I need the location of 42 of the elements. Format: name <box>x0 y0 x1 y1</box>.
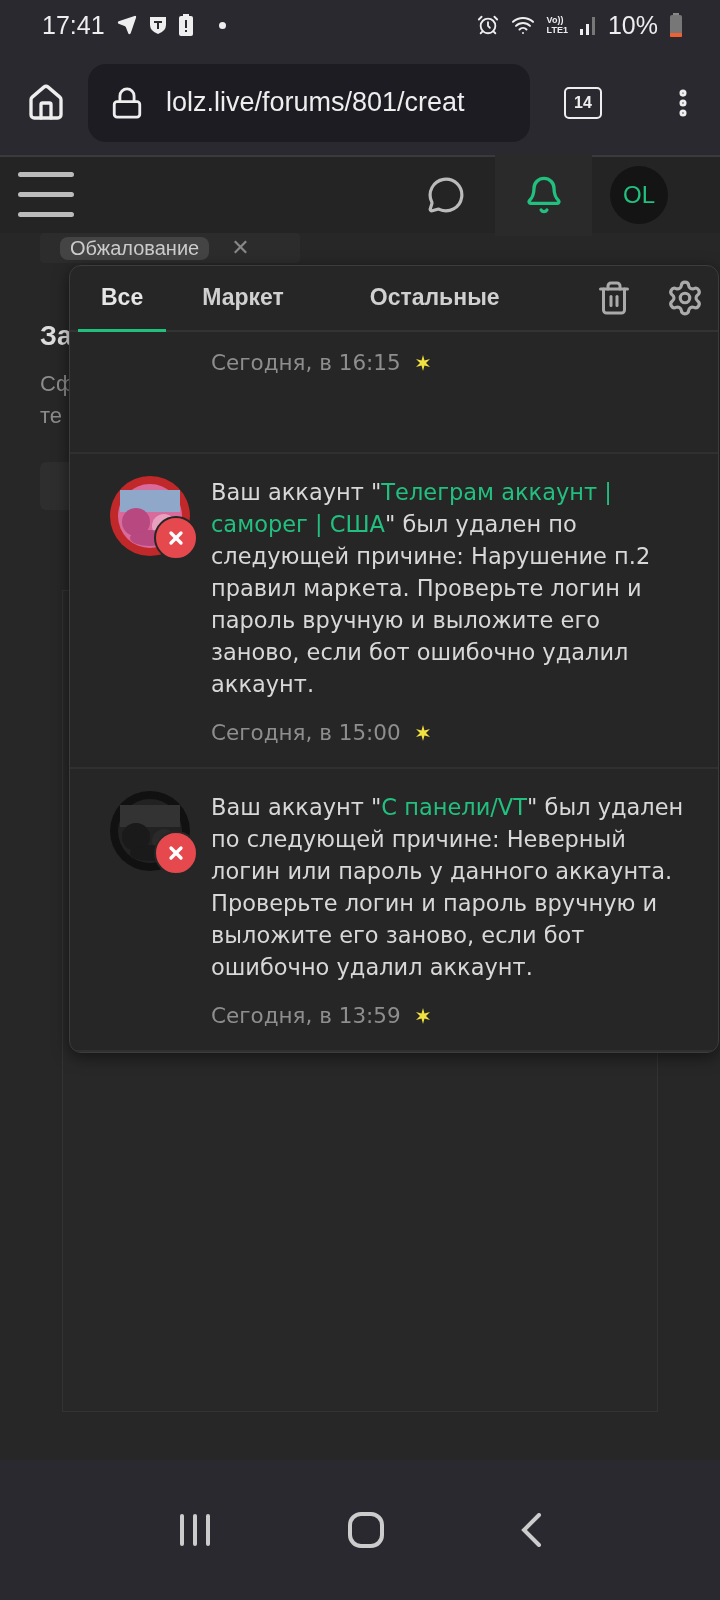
lock-icon <box>110 85 144 120</box>
tab[interactable]: Все <box>78 266 167 332</box>
battery-percent: 10% <box>607 10 658 40</box>
account-link[interactable]: С панели/VT <box>381 794 527 820</box>
sparkle-icon <box>414 1007 431 1024</box>
notification-time: Сегодня, в 16:15 <box>211 350 401 375</box>
paper-plane-icon <box>116 15 137 35</box>
tag: Обжалование <box>60 236 210 260</box>
notifications-button[interactable] <box>495 154 592 236</box>
tab-count-button[interactable]: 14 <box>564 86 602 119</box>
chat-icon[interactable] <box>427 176 465 214</box>
battery-alert-icon <box>178 14 193 36</box>
notification-time: Сегодня, в 15:00 <box>211 720 401 745</box>
back-icon[interactable] <box>520 1513 542 1547</box>
tag-field[interactable]: Обжалование ✕ <box>40 233 300 263</box>
sparkle-icon <box>414 354 431 371</box>
url-text: lolz.live/forums/801/creat <box>166 87 465 118</box>
network-label: Vo)) LTE1 <box>546 15 568 35</box>
tab[interactable]: Остальные <box>346 266 523 332</box>
user-avatar[interactable]: OL <box>610 166 668 224</box>
account-link[interactable]: саморег | США <box>211 511 385 537</box>
alarm-icon <box>476 14 499 36</box>
battery-icon <box>670 13 682 37</box>
notification-text: Ваш аккаунт "С панели/VT" был удален по следующей причине: Неверный логин или пароль у данного аккаунта. Проверьте логин и пароль вручную и выложите его заново, если бот ошибочно удалил аккаунт. <box>211 793 685 982</box>
home-button-icon[interactable] <box>348 1512 384 1548</box>
tab[interactable]: Маркет <box>179 266 307 332</box>
account-link[interactable]: Телеграм аккаунт | <box>381 479 612 505</box>
description-text: те <box>40 402 64 430</box>
recent-apps-icon[interactable] <box>178 1514 212 1546</box>
sparkle-icon <box>414 724 431 741</box>
home-icon[interactable] <box>26 82 66 123</box>
tag-remove-button[interactable]: ✕ <box>231 235 250 261</box>
signal-icon <box>579 15 596 35</box>
trash-icon[interactable] <box>596 280 632 316</box>
shield-icon <box>148 15 167 35</box>
notification-time: Сегодня, в 13:59 <box>211 1003 401 1028</box>
menu-icon[interactable] <box>18 172 74 218</box>
notification-text: Ваш аккаунт "Телеграм аккаунт | саморег | США" был удален по следующей причине: Нарушение п.2 правил маркета. Проверьте логин и пароль вручную и выложите его заново, если бот ошибочно удалил аккаунт. <box>211 478 652 699</box>
url-field[interactable]: lolz.live/forums/801/creat <box>88 63 530 142</box>
notification-dot <box>218 21 226 29</box>
settings-icon[interactable] <box>666 279 704 317</box>
status-time: 17:41 <box>42 10 105 40</box>
